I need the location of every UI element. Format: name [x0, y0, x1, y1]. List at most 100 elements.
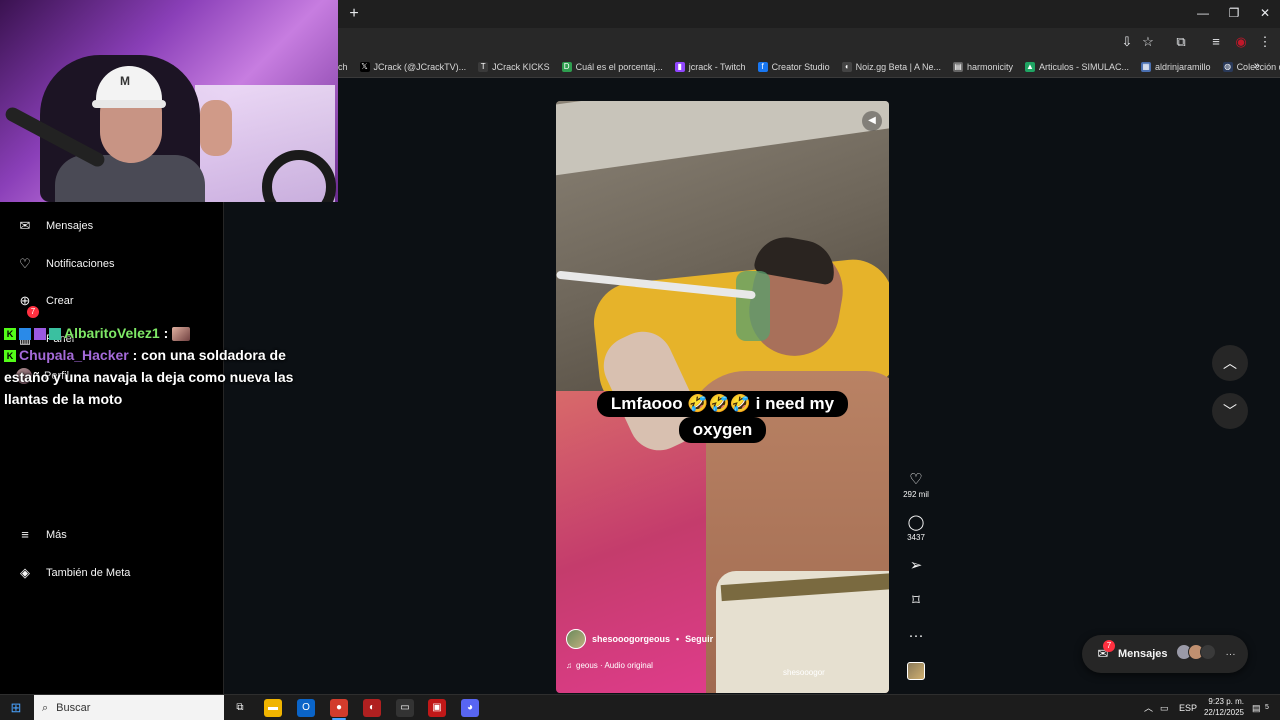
- minimize-button[interactable]: —: [1188, 3, 1218, 23]
- new-tab-button[interactable]: +: [344, 4, 364, 24]
- mod-badge-icon: [34, 328, 46, 341]
- messages-pill-label: Mensajes: [1118, 648, 1168, 660]
- discord-icon[interactable]: ◕: [461, 699, 479, 717]
- follow-button[interactable]: Seguir: [685, 634, 713, 644]
- reel-author-row: shesooogorgeous • Seguir: [566, 629, 876, 649]
- chat-message: K AlbaritoVelez1 :: [4, 322, 304, 344]
- tray-chevron-icon[interactable]: ︿: [1144, 695, 1153, 720]
- star-icon[interactable]: ☆: [1139, 33, 1157, 51]
- bookmark-icon: ⌑: [912, 592, 920, 609]
- search-icon: ⌕: [42, 701, 49, 714]
- comment-count: 3437: [907, 533, 925, 542]
- notification-icon[interactable]: ▤: [1252, 695, 1261, 720]
- close-button[interactable]: ✕: [1250, 3, 1280, 23]
- webcam-cap-brim: [92, 100, 166, 108]
- bookmark-item[interactable]: ◖ Noiz.gg Beta | A Ne...: [841, 61, 941, 72]
- chat-emote: [172, 327, 191, 342]
- menu-icon[interactable]: ⋮: [1256, 33, 1274, 51]
- menu-icon: ≡: [21, 527, 29, 542]
- meta-icon: ◈: [20, 565, 30, 580]
- heart-icon: ♡: [909, 471, 923, 488]
- language-indicator[interactable]: ESP: [1179, 695, 1197, 720]
- next-reel-button[interactable]: ﹀: [1212, 393, 1248, 429]
- restore-button[interactable]: ❐: [1219, 3, 1249, 23]
- messages-pill[interactable]: ✉ 7 Mensajes ···: [1082, 635, 1248, 673]
- audio-row[interactable]: ♫ geous · Audio original: [566, 661, 876, 670]
- bookmark-item[interactable]: ch: [338, 62, 348, 72]
- like-button[interactable]: ♡ 292 mil: [896, 470, 936, 500]
- windows-start-icon[interactable]: ⊞: [8, 700, 24, 716]
- bookmark-label: aldrinjaramillo: [1155, 61, 1211, 72]
- outlook-icon[interactable]: O: [297, 699, 315, 717]
- windows-taskbar: ⊞ ⌕ Buscar ⧉ ▬ O ● ◐ ▭ ▣ ◕ ︿ ▭ ESP 9:23 p. m. 2…: [0, 694, 1280, 720]
- bookmark-item[interactable]: T JCrack KICKS: [478, 61, 550, 72]
- sidebar-item-crear[interactable]: ⊕ Crear: [16, 289, 74, 313]
- reel-footer: shesooogorgeous • Seguir ♫ geous · Audio…: [566, 629, 876, 677]
- media-icon[interactable]: ≡: [1207, 33, 1225, 51]
- webcam-cap-logo: M: [120, 74, 130, 88]
- bookmark-label: harmonicity: [966, 61, 1013, 72]
- bookmark-item[interactable]: ◍Colección de M_blei...: [1222, 61, 1280, 72]
- caption-line: oxygen: [678, 417, 767, 443]
- more-icon: ···: [1225, 648, 1236, 660]
- bookmark-label: JCrack (@JCrackTV)...: [373, 61, 467, 72]
- reel-video[interactable]: ◀ Lmfaooo 🤣🤣🤣 i need my oxygen shesooogo…: [556, 101, 889, 693]
- chat-separator: :: [163, 325, 169, 341]
- taskbar-search[interactable]: ⌕ Buscar: [34, 695, 224, 720]
- like-count: 292 mil: [903, 490, 929, 499]
- sidebar-item-notificaciones[interactable]: ♡ Notificaciones: [16, 252, 114, 276]
- caption-line: Lmfaooo 🤣🤣🤣 i need my: [596, 391, 849, 417]
- speaker-icon[interactable]: ◀: [862, 111, 882, 131]
- send-icon: ➢: [909, 557, 923, 574]
- app-red-icon[interactable]: ◐: [363, 699, 381, 717]
- bookmark-favicon-icon: ▤: [952, 61, 963, 72]
- app-dark-icon[interactable]: ▭: [396, 699, 414, 717]
- sidebar-item-mensajes[interactable]: ✉ Mensajes: [16, 214, 94, 238]
- music-note-icon: ♫: [566, 661, 572, 670]
- heart-icon: ♡: [19, 256, 31, 271]
- bookmark-item[interactable]: ▮ jcrack - Twitch: [674, 61, 746, 72]
- bookmark-favicon-icon: ◍: [1222, 61, 1233, 72]
- file-explorer-icon[interactable]: ▬: [264, 699, 282, 717]
- bookmark-label: Creator Studio: [771, 61, 830, 72]
- previous-reel-button[interactable]: ︿: [1212, 345, 1248, 381]
- install-icon[interactable]: ⇩: [1118, 33, 1136, 51]
- chat-username: Chupala_Hacker: [19, 347, 129, 363]
- audio-thumbnail[interactable]: [907, 662, 925, 680]
- chat-separator: :: [132, 347, 138, 363]
- bookmark-item[interactable]: 𝕏 JCrack (@JCrackTV)...: [359, 61, 467, 72]
- save-button[interactable]: ⌑: [896, 591, 936, 611]
- profile-icon[interactable]: ◉: [1232, 33, 1250, 51]
- task-view-icon[interactable]: ⧉: [231, 699, 249, 717]
- sidebar-item-tambi-n-de-meta[interactable]: ◈ También de Meta: [16, 561, 130, 585]
- author-username[interactable]: shesooogorgeous: [592, 634, 670, 644]
- bookmark-item[interactable]: f Creator Studio: [757, 61, 830, 72]
- author-avatar[interactable]: [566, 629, 586, 649]
- app-red2-icon[interactable]: ▣: [428, 699, 446, 717]
- sidebar-item-m-s[interactable]: ≡ Más: [16, 523, 67, 547]
- gift-badge-icon: [49, 328, 61, 341]
- bookmark-item[interactable]: ▲ Articulos - SIMULAC...: [1025, 61, 1129, 72]
- bookmark-label: JCrack KICKS: [492, 61, 550, 72]
- bookmark-item[interactable]: D Cuál es el porcentaj...: [561, 61, 663, 72]
- sidebar-item-label: También de Meta: [46, 567, 131, 579]
- share-button[interactable]: ➢: [896, 556, 936, 576]
- more-options-button[interactable]: ···: [896, 626, 936, 646]
- tray-display-icon[interactable]: ▭: [1160, 695, 1169, 720]
- bookmark-item[interactable]: ▤ harmonicity: [952, 61, 1013, 72]
- taskbar-clock[interactable]: 9:23 p. m. 22/12/2025: [1198, 696, 1244, 718]
- webcam-person-hand: [200, 100, 232, 156]
- clock-time: 9:23 p. m.: [1208, 697, 1244, 706]
- bookmark-label: jcrack - Twitch: [688, 61, 746, 72]
- chevron-up-icon: ︿: [1223, 355, 1237, 371]
- messages-badge: 7: [27, 306, 39, 318]
- bookmark-item[interactable]: ▦ aldrinjaramillo: [1141, 61, 1211, 72]
- chrome-icon[interactable]: ●: [330, 699, 348, 717]
- extensions-icon[interactable]: ⧉: [1172, 33, 1190, 51]
- bookmark-favicon-icon: ▦: [1141, 61, 1152, 72]
- bookmarks-overflow-icon[interactable]: »: [1254, 60, 1260, 72]
- reel-caption: Lmfaooo 🤣🤣🤣 i need my oxygen: [556, 391, 889, 443]
- comment-button[interactable]: ◯ 3437: [896, 513, 936, 543]
- sidebar-item-label: Más: [46, 529, 67, 541]
- bookmark-favicon-icon: f: [757, 61, 768, 72]
